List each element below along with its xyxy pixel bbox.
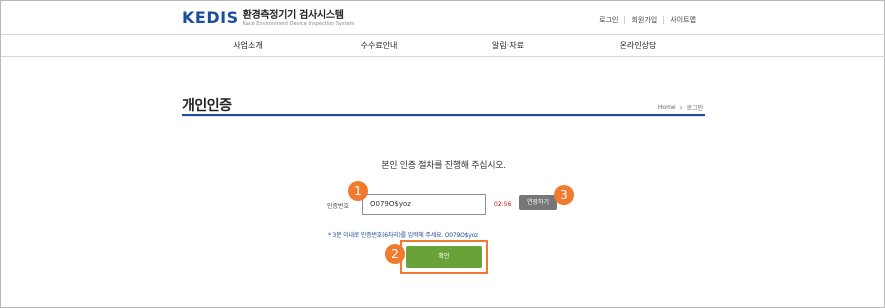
utility-links: 로그인 회원가입 사이트맵 [593, 15, 702, 25]
title-underline-shadow [182, 116, 705, 117]
nav-item-fees[interactable]: 수수료안내 [361, 40, 398, 51]
nav-item-business[interactable]: 사업소개 [233, 40, 262, 51]
sitemap-link[interactable]: 사이트맵 [664, 15, 702, 25]
login-link[interactable]: 로그인 [593, 15, 624, 25]
confirm-button[interactable]: 확인 [406, 246, 482, 268]
breadcrumb-home[interactable]: Home [658, 104, 676, 111]
logo-english-title: Kace Environment Device Inspection Syste… [242, 21, 355, 27]
auth-code-input[interactable]: O079O$yoz [362, 194, 486, 215]
chevron-right-icon: › [679, 103, 683, 112]
auth-code-label: 인증번호 [327, 203, 350, 210]
logo-text: 환경측정기기 검사시스템 Kace Environment Device Ins… [243, 10, 355, 27]
breadcrumb: Home › 로그인 [658, 103, 703, 113]
callout-badge-3: 3 [554, 185, 574, 205]
logo-mark: KEDIS [182, 8, 239, 27]
nav-item-consult[interactable]: 온라인상담 [620, 40, 657, 51]
page-title: 개인인증 [182, 98, 232, 114]
callout-badge-2: 2 [385, 244, 405, 264]
auth-guide-text: 본인 인증 절차를 진행해 주십시오. [381, 161, 506, 171]
nav-item-notices[interactable]: 알림·자료 [492, 40, 524, 51]
logo-korean-title: 환경측정기기 검사시스템 [242, 10, 344, 21]
site-logo[interactable]: KEDIS 환경측정기기 검사시스템 Kace Environment Devi… [182, 8, 355, 28]
auth-notice-text: * 3분 이내로 인증번호(6자리)를 입력해 주세요. O079O$yoz [328, 232, 478, 239]
countdown-timer: 02:56 [494, 201, 512, 208]
extend-time-button[interactable]: 연장하기 [519, 195, 557, 210]
breadcrumb-current: 로그인 [686, 105, 703, 112]
callout-badge-1: 1 [348, 181, 368, 201]
main-navigation: 사업소개 수수료안내 알림·자료 온라인상담 [1, 34, 885, 57]
browser-frame: KEDIS 환경측정기기 검사시스템 Kace Environment Devi… [0, 0, 885, 308]
signup-link[interactable]: 회원가입 [625, 15, 663, 25]
